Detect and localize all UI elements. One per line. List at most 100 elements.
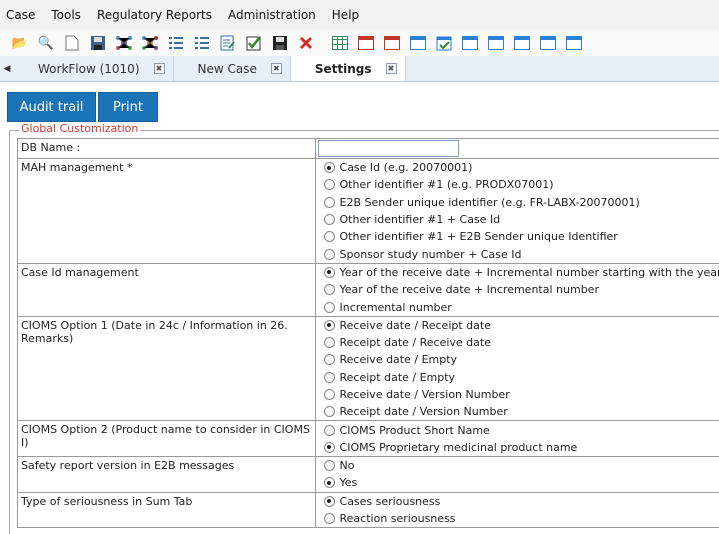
- radio-button[interactable]: [323, 231, 335, 243]
- radio-button[interactable]: [323, 248, 335, 260]
- option-label: Receive date / Receipt date: [339, 318, 491, 332]
- save-alt-icon[interactable]: [270, 33, 290, 53]
- tab-label: Settings: [314, 61, 372, 76]
- radio-button[interactable]: [323, 284, 335, 296]
- close-icon[interactable]: ✖: [385, 63, 397, 74]
- menu-administration[interactable]: Administration: [228, 8, 316, 22]
- magnifier-icon[interactable]: 🔍: [36, 33, 56, 53]
- scroll-left-icon[interactable]: ◀: [0, 56, 14, 81]
- radio-button[interactable]: [323, 179, 335, 191]
- table-row: Safety report version in E2B messages No…: [17, 456, 719, 493]
- list-icon[interactable]: [166, 33, 186, 53]
- tab-new-case[interactable]: New Case ✖: [174, 56, 291, 81]
- radio-option[interactable]: Cases seriousness: [318, 493, 719, 510]
- window-icon[interactable]: [564, 33, 584, 53]
- menu-case[interactable]: Case: [6, 8, 35, 22]
- setting-label: MAH management *: [17, 158, 316, 264]
- audit-trail-button[interactable]: Audit trail: [7, 92, 96, 122]
- window-icon[interactable]: [408, 33, 428, 53]
- settings-table: DB Name : MAH management * Case Id (e.g.…: [17, 138, 719, 529]
- menu-tools[interactable]: Tools: [51, 8, 81, 22]
- setting-label: Safety report version in E2B messages: [17, 456, 316, 493]
- tab-workflow[interactable]: WorkFlow (1010) ✖: [14, 56, 174, 81]
- radio-option[interactable]: Receipt date / Receive date: [318, 334, 719, 351]
- db-name-input[interactable]: [317, 140, 459, 157]
- radio-option[interactable]: Other identifier #1 (e.g. PRODX07001): [318, 176, 719, 193]
- radio-option[interactable]: Receipt date / Version Number: [318, 403, 719, 420]
- radio-button[interactable]: [323, 301, 335, 313]
- edit-list-icon[interactable]: [218, 33, 238, 53]
- checkbox-icon[interactable]: [244, 33, 264, 53]
- radio-button[interactable]: [323, 266, 335, 278]
- radio-option[interactable]: Yes: [318, 474, 719, 491]
- radio-button[interactable]: [323, 389, 335, 400]
- molecule-icon[interactable]: [114, 33, 134, 53]
- radio-button[interactable]: [323, 162, 335, 174]
- section-title: Global Customization: [19, 122, 141, 135]
- menu-help[interactable]: Help: [332, 8, 359, 22]
- radio-button[interactable]: [323, 424, 335, 436]
- list-alt-icon[interactable]: [192, 33, 212, 53]
- option-label: Other identifier #1 + Case Id: [339, 213, 501, 227]
- table-row: MAH management * Case Id (e.g. 20070001)…: [17, 158, 719, 264]
- folder-icon[interactable]: 📂: [10, 33, 30, 53]
- setting-label: CIOMS Option 2 (Product name to consider…: [17, 420, 316, 458]
- radio-option[interactable]: Incremental number: [318, 298, 719, 315]
- radio-button[interactable]: [323, 196, 335, 208]
- radio-option[interactable]: Other identifier #1 + Case Id: [318, 211, 719, 228]
- radio-option[interactable]: Receive date / Receipt date: [318, 317, 719, 334]
- close-icon[interactable]: ✖: [270, 63, 282, 74]
- print-button[interactable]: Print: [98, 92, 158, 122]
- radio-option[interactable]: Year of the receive date + Incremental n…: [318, 281, 719, 298]
- delete-icon[interactable]: [296, 33, 316, 53]
- radio-option[interactable]: Receipt date / Empty: [318, 369, 719, 386]
- option-label: CIOMS Product Short Name: [339, 423, 490, 437]
- radio-button[interactable]: [323, 354, 335, 366]
- radio-option[interactable]: Receive date / Empty: [318, 351, 719, 368]
- radio-option[interactable]: CIOMS Proprietary medicinal product name: [318, 439, 719, 456]
- radio-option[interactable]: No: [318, 457, 719, 474]
- option-label: E2B Sender unique identifier (e.g. FR-LA…: [339, 195, 640, 209]
- radio-button[interactable]: [323, 477, 335, 489]
- option-label: No: [339, 459, 355, 473]
- toolbar: 📂 🔍: [0, 30, 719, 56]
- radio-option[interactable]: Receive date / Version Number: [318, 386, 719, 403]
- radio-button[interactable]: [323, 441, 335, 453]
- radio-button[interactable]: [323, 214, 335, 226]
- window-icon[interactable]: [538, 33, 558, 53]
- window-icon[interactable]: [460, 33, 480, 53]
- molecule-color-icon[interactable]: [140, 33, 160, 53]
- new-document-icon[interactable]: [62, 33, 82, 53]
- setting-label: Case Id management: [17, 262, 316, 317]
- window-icon[interactable]: [512, 33, 532, 53]
- save-icon[interactable]: [88, 33, 108, 53]
- radio-option[interactable]: CIOMS Product Short Name: [318, 421, 719, 438]
- radio-option[interactable]: E2B Sender unique identifier (e.g. FR-LA…: [318, 194, 719, 211]
- option-label: Receipt date / Receive date: [339, 336, 491, 350]
- close-icon[interactable]: ✖: [153, 63, 165, 74]
- calendar-check-icon[interactable]: [434, 33, 454, 53]
- radio-option[interactable]: Year of the receive date + Incremental n…: [318, 264, 719, 281]
- radio-option[interactable]: Sponsor study number + Case Id: [318, 245, 719, 262]
- radio-button[interactable]: [323, 337, 335, 349]
- radio-button[interactable]: [323, 371, 335, 383]
- radio-button[interactable]: [323, 406, 335, 418]
- menu-regulatory-reports[interactable]: Regulatory Reports: [97, 8, 212, 22]
- calendar-red-icon[interactable]: [356, 33, 376, 53]
- radio-button[interactable]: [323, 319, 335, 331]
- radio-button[interactable]: [323, 513, 335, 525]
- option-label: Receive date / Version Number: [339, 388, 510, 401]
- tab-settings[interactable]: Settings ✖: [290, 56, 406, 81]
- radio-button[interactable]: [323, 495, 335, 507]
- window-icon[interactable]: [486, 33, 506, 53]
- radio-button[interactable]: [323, 460, 335, 472]
- table-row: CIOMS Option 2 (Product name to consider…: [17, 420, 719, 458]
- tab-label: New Case: [197, 61, 257, 76]
- calendar-red-alt-icon[interactable]: [382, 33, 402, 53]
- db-name-label: DB Name :: [17, 138, 316, 159]
- radio-option[interactable]: Other identifier #1 + E2B Sender unique …: [318, 228, 719, 245]
- radio-option[interactable]: Reaction seriousness: [318, 510, 719, 527]
- radio-option[interactable]: Case Id (e.g. 20070001): [318, 159, 719, 176]
- option-label: Other identifier #1 + E2B Sender unique …: [339, 230, 618, 244]
- table-icon[interactable]: [330, 33, 350, 53]
